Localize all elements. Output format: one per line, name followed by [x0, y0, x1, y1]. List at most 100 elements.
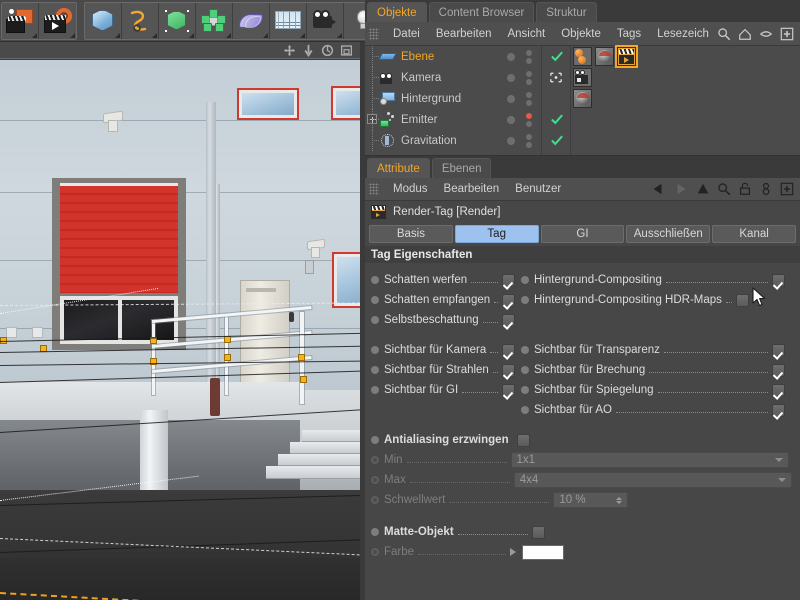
- material-tag-icon[interactable]: [573, 47, 592, 66]
- control-handle[interactable]: [300, 376, 307, 383]
- render-settings-button[interactable]: [39, 3, 76, 39]
- render-check-icon[interactable]: [551, 135, 563, 146]
- menu-datei[interactable]: Datei: [385, 22, 428, 46]
- move-view-icon[interactable]: [283, 44, 296, 57]
- back-arrow-icon[interactable]: [650, 182, 666, 196]
- enable-dot[interactable]: [507, 116, 515, 124]
- object-row-gravitation[interactable]: Gravitation: [365, 130, 800, 151]
- property-sichtbar-transparenz[interactable]: Sichtbar für Transparenz: [521, 340, 790, 360]
- visibility-dots[interactable]: [507, 67, 532, 88]
- tab-kanal[interactable]: Kanal: [712, 225, 796, 243]
- up-arrow-icon[interactable]: [696, 182, 710, 196]
- texture-tag-icon[interactable]: [573, 89, 592, 108]
- property-hintergrund-compositing-hdr[interactable]: Hintergrund-Compositing HDR-Maps: [521, 290, 790, 310]
- color-swatch-farbe[interactable]: [522, 545, 564, 560]
- layout-view-icon[interactable]: [340, 44, 353, 57]
- property-matte-objekt[interactable]: Matte-Objekt: [365, 522, 800, 542]
- camera-button[interactable]: [307, 3, 344, 39]
- target-marker-icon[interactable]: [550, 72, 562, 83]
- checkbox-schatten-empfangen[interactable]: [502, 294, 515, 307]
- animate-dot[interactable]: [371, 528, 379, 536]
- property-selbstbeschattung[interactable]: Selbstbeschattung: [371, 310, 515, 330]
- unlock-icon[interactable]: [738, 182, 752, 196]
- animate-dot[interactable]: [521, 366, 529, 374]
- expand-triangle-icon[interactable]: [510, 548, 516, 556]
- property-hintergrund-compositing[interactable]: Hintergrund-Compositing: [521, 270, 790, 290]
- animate-dot[interactable]: [371, 456, 379, 464]
- property-sichtbar-kamera[interactable]: Sichtbar für Kamera: [371, 340, 515, 360]
- render-view-button[interactable]: [2, 3, 39, 39]
- animate-dot[interactable]: [371, 548, 379, 556]
- checkbox-sichtbar-kamera[interactable]: [502, 344, 515, 357]
- animate-dot[interactable]: [371, 476, 379, 484]
- plus-box-icon[interactable]: [780, 182, 794, 196]
- visibility-toggle[interactable]: [526, 134, 532, 148]
- property-min[interactable]: Min 1x1: [365, 450, 800, 470]
- menu-tags[interactable]: Tags: [609, 22, 649, 46]
- scene-button[interactable]: [270, 3, 307, 39]
- render-tag-icon[interactable]: [617, 47, 636, 66]
- dolly-view-icon[interactable]: [302, 44, 315, 57]
- object-row-ebene[interactable]: Ebene: [365, 46, 800, 67]
- animate-dot[interactable]: [521, 346, 529, 354]
- control-handle[interactable]: [224, 354, 231, 361]
- visibility-toggle[interactable]: [526, 92, 532, 106]
- menu-modus[interactable]: Modus: [385, 177, 436, 201]
- checkbox-sichtbar-gi[interactable]: [502, 384, 515, 397]
- tab-attribute[interactable]: Attribute: [367, 158, 430, 178]
- visibility-dots[interactable]: [507, 109, 532, 130]
- visibility-toggle[interactable]: [526, 71, 532, 85]
- search-icon[interactable]: [717, 182, 731, 196]
- checkbox-sichtbar-spiegelung[interactable]: [772, 384, 785, 397]
- nurbs-button[interactable]: [159, 3, 196, 39]
- tab-tag[interactable]: Tag: [455, 225, 539, 243]
- property-max[interactable]: Max 4x4: [365, 470, 800, 490]
- tab-gi[interactable]: GI: [541, 225, 625, 243]
- property-sichtbar-ao[interactable]: Sichtbar für AO: [521, 400, 790, 420]
- animate-dot[interactable]: [521, 296, 529, 304]
- visibility-dots[interactable]: [507, 88, 532, 109]
- dropdown-max[interactable]: 4x4: [514, 472, 792, 488]
- property-antialiasing-erzwingen[interactable]: Antialiasing erzwingen: [365, 430, 800, 450]
- spline-button[interactable]: [122, 3, 159, 39]
- checkbox-sichtbar-transparenz[interactable]: [772, 344, 785, 357]
- checkbox-matte-objekt[interactable]: [532, 526, 545, 539]
- checkbox-sichtbar-strahlen[interactable]: [502, 364, 515, 377]
- object-manager-list[interactable]: Ebene: [365, 46, 800, 156]
- property-sichtbar-spiegelung[interactable]: Sichtbar für Spiegelung: [521, 380, 790, 400]
- enable-dot[interactable]: [507, 137, 515, 145]
- property-schwellwert[interactable]: Schwellwert 10 %: [365, 490, 800, 510]
- property-sichtbar-gi[interactable]: Sichtbar für GI: [371, 380, 515, 400]
- expand-toggle[interactable]: [367, 114, 377, 124]
- animate-dot[interactable]: [371, 436, 379, 444]
- property-sichtbar-brechung[interactable]: Sichtbar für Brechung: [521, 360, 790, 380]
- search-icon[interactable]: [717, 27, 731, 41]
- property-sichtbar-strahlen[interactable]: Sichtbar für Strahlen: [371, 360, 515, 380]
- panel-grip[interactable]: [369, 183, 379, 195]
- plus-box-icon[interactable]: [780, 27, 794, 41]
- animate-dot[interactable]: [371, 366, 379, 374]
- property-schatten-werfen[interactable]: Schatten werfen: [371, 270, 515, 290]
- input-schwellwert[interactable]: 10 %: [553, 492, 628, 508]
- enable-dot[interactable]: [507, 95, 515, 103]
- menu-ansicht[interactable]: Ansicht: [499, 22, 553, 46]
- animate-dot[interactable]: [521, 386, 529, 394]
- rotate-view-icon[interactable]: [321, 44, 334, 57]
- texture-tag-icon[interactable]: [595, 47, 614, 66]
- property-farbe[interactable]: Farbe: [365, 542, 800, 562]
- stepper-icon[interactable]: [616, 497, 622, 504]
- eye-icon[interactable]: [759, 27, 773, 41]
- checkbox-selbstbeschattung[interactable]: [502, 314, 515, 327]
- menu-objekte[interactable]: Objekte: [553, 22, 609, 46]
- object-row-kamera[interactable]: Kamera: [365, 67, 800, 88]
- control-handle[interactable]: [298, 354, 305, 361]
- render-check-icon[interactable]: [551, 51, 563, 62]
- animate-dot[interactable]: [371, 296, 379, 304]
- tab-ausschliessen[interactable]: Ausschließen: [626, 225, 710, 243]
- animate-dot[interactable]: [371, 316, 379, 324]
- array-button[interactable]: [196, 3, 233, 39]
- animate-dot[interactable]: [371, 346, 379, 354]
- animate-dot[interactable]: [371, 496, 379, 504]
- menu-bearbeiten[interactable]: Bearbeiten: [436, 177, 508, 201]
- forward-arrow-icon[interactable]: [673, 182, 689, 196]
